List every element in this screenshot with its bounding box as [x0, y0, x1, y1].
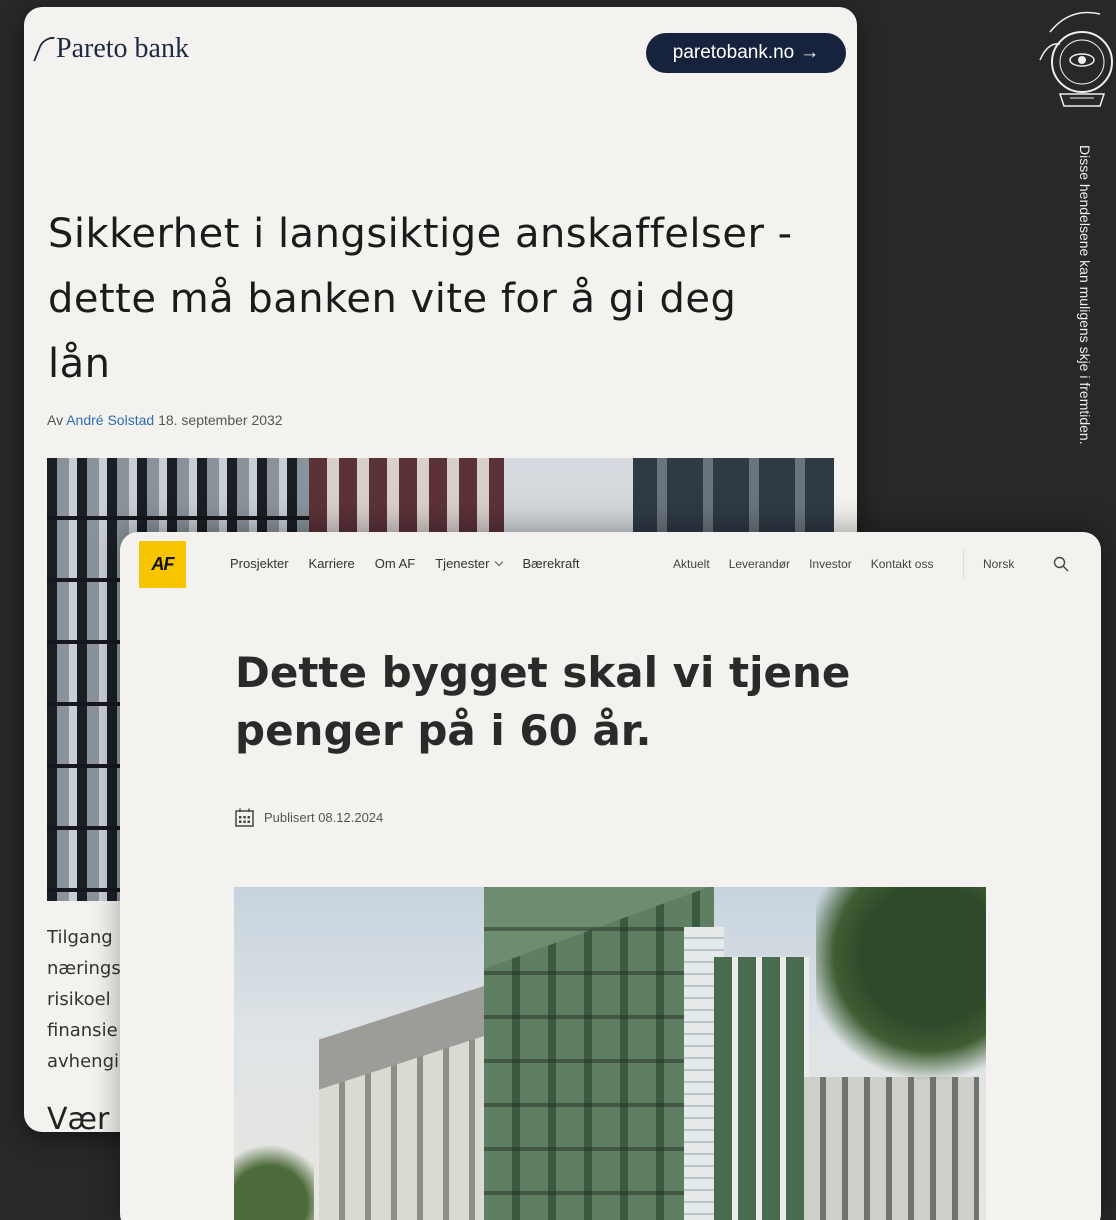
body-line: nærings: [47, 958, 121, 979]
article-subheading: Vær: [47, 1102, 110, 1132]
arrow-right-icon: →: [800, 42, 820, 63]
language-selector[interactable]: Norsk: [983, 557, 1014, 571]
nav-item-aktuelt[interactable]: Aktuelt: [673, 557, 710, 571]
pareto-logo[interactable]: Pareto bank: [33, 33, 189, 65]
dark-building-right: [633, 458, 834, 538]
search-icon[interactable]: [1053, 556, 1069, 572]
far-buildings-right: [804, 1077, 979, 1220]
tree-right: [816, 887, 986, 1087]
nav-item-om-af[interactable]: Om AF: [375, 556, 415, 571]
nav-item-baerekraft[interactable]: Bærekraft: [522, 556, 579, 571]
nav-item-karriere[interactable]: Karriere: [309, 556, 355, 571]
nav-item-kontakt-oss[interactable]: Kontakt oss: [871, 557, 934, 571]
article-title: Sikkerhet i langsiktige anskaffelser - d…: [48, 211, 793, 387]
chevron-down-icon: [495, 557, 504, 567]
body-line: finansie: [47, 1020, 118, 1041]
nav-item-leverandor[interactable]: Leverandør: [729, 557, 790, 571]
nav-divider: [963, 550, 964, 578]
af-article-card: AF Prosjekter Karriere Om AF Tjenester B…: [120, 532, 1101, 1220]
pareto-logo-text: Pareto bank: [56, 33, 189, 64]
article-title: Dette bygget skal vi tjene penger på i 6…: [235, 648, 851, 755]
af-main-nav: Prosjekter Karriere Om AF Tjenester Bære…: [230, 556, 580, 571]
nav-item-label: Tjenester: [435, 556, 490, 571]
body-line: Tilgang: [47, 927, 113, 948]
grey-building-left: [319, 1037, 489, 1220]
green-tower-building: [484, 887, 714, 1220]
published-label: Publisert 08.12.2024: [264, 810, 384, 825]
cta-label: paretobank.no: [672, 42, 795, 63]
author-link[interactable]: André Solstad: [66, 412, 154, 428]
byline-prefix: Av: [47, 412, 64, 428]
nav-item-investor[interactable]: Investor: [809, 557, 852, 571]
calendar-icon: [235, 808, 254, 827]
article-date: 18. september 2032: [158, 412, 283, 428]
side-caption: Disse hendelsene kan muligens skje i fre…: [1077, 145, 1093, 445]
nav-item-prosjekter[interactable]: Prosjekter: [230, 556, 289, 571]
paretobank-link-button[interactable]: paretobank.no →: [646, 33, 846, 73]
body-line: risikoel: [47, 989, 111, 1010]
brick-building: [309, 458, 504, 538]
tree-left: [234, 1132, 314, 1220]
body-line: avhengi: [47, 1051, 119, 1072]
af-logo[interactable]: AF: [139, 541, 186, 588]
nav-item-tjenester[interactable]: Tjenester: [435, 556, 504, 571]
crystal-ball-emblem-icon: [1039, 11, 1113, 107]
building-rendering-image: [234, 887, 986, 1220]
pareto-logo-mark-icon: [33, 37, 55, 61]
af-secondary-nav: Aktuelt Leverandør Investor Kontakt oss: [673, 557, 933, 571]
article-byline: Av André Solstad 18. september 2032: [47, 412, 283, 428]
article-body-text: Tilgang nærings risikoel finansie avheng…: [47, 922, 121, 1077]
green-building-wing: [714, 957, 809, 1220]
published-date: Publisert 08.12.2024: [235, 808, 383, 827]
